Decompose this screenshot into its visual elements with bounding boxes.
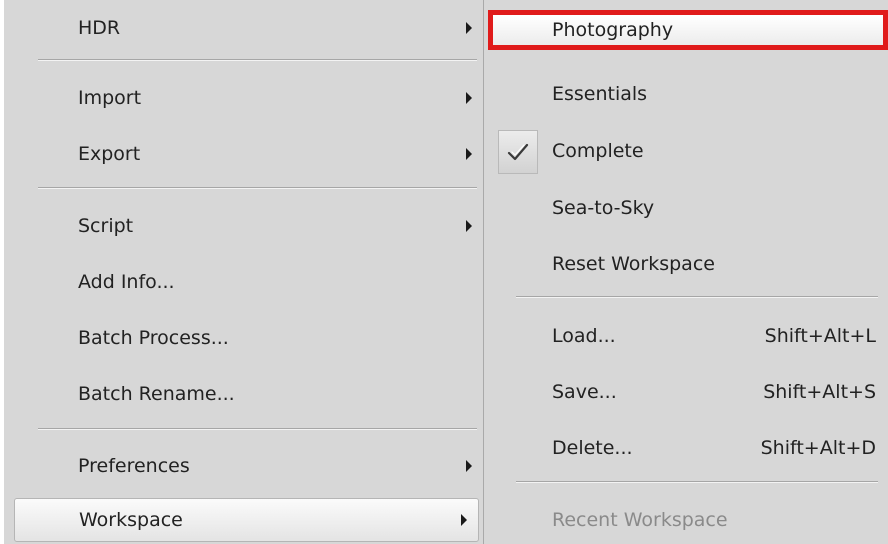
menu-item-sea-to-sky[interactable]: Sea-to-Sky <box>484 188 888 228</box>
menu-separator <box>516 481 878 483</box>
submenu-arrow-icon <box>466 22 472 34</box>
menu-item-label: Photography <box>552 19 674 41</box>
menu-item-label: Import <box>78 87 142 109</box>
menu-item-label: Load... <box>552 325 616 347</box>
menu-item-label: Script <box>78 215 134 237</box>
menu-item-label: Preferences <box>78 455 190 477</box>
menu-item-label: Save... <box>552 381 617 403</box>
submenu-arrow-icon <box>466 92 472 104</box>
menu-item-label: Recent Workspace <box>552 509 728 531</box>
menu-item-reset-workspace[interactable]: Reset Workspace <box>484 244 888 284</box>
submenu-arrow-icon <box>466 148 472 160</box>
menu-item-label: Sea-to-Sky <box>552 197 655 219</box>
menu-item-shortcut: Shift+Alt+L <box>764 325 876 347</box>
menu-item-label: Add Info... <box>78 271 175 293</box>
menu-item-label: Batch Rename... <box>78 383 235 405</box>
menu-item-load[interactable]: Load... Shift+Alt+L <box>484 316 888 356</box>
menu-item-add-info[interactable]: Add Info... <box>4 262 483 302</box>
menu-item-shortcut: Shift+Alt+D <box>760 437 876 459</box>
file-menu: HDR Import Export Script Add Info... Bat… <box>4 0 484 544</box>
menu-item-hdr[interactable]: HDR <box>4 8 483 48</box>
menu-separator <box>38 428 477 430</box>
menu-separator <box>38 59 477 61</box>
submenu-arrow-icon <box>461 514 467 526</box>
menu-item-export[interactable]: Export <box>4 134 483 174</box>
menu-item-essentials[interactable]: Essentials <box>484 74 888 114</box>
menu-separator <box>516 296 878 298</box>
menu-separator <box>38 187 477 189</box>
menu-item-label: Reset Workspace <box>552 253 715 275</box>
menu-item-label: Export <box>78 143 141 165</box>
workspace-submenu: Photography Essentials Complete Sea-to-S… <box>484 0 888 544</box>
menu-item-label: Essentials <box>552 83 648 105</box>
menu-item-workspace[interactable]: Workspace <box>14 498 479 542</box>
menu-item-recent-workspace: Recent Workspace <box>484 500 888 540</box>
submenu-arrow-icon <box>466 460 472 472</box>
menu-item-batch-rename[interactable]: Batch Rename... <box>4 374 483 414</box>
menu-item-complete[interactable]: Complete <box>484 131 888 171</box>
menu-item-label: Batch Process... <box>78 327 229 349</box>
menu-item-delete[interactable]: Delete... Shift+Alt+D <box>484 428 888 468</box>
menu-item-script[interactable]: Script <box>4 206 483 246</box>
menu-item-save[interactable]: Save... Shift+Alt+S <box>484 372 888 412</box>
menu-item-label: Complete <box>552 140 644 162</box>
menu-item-label: HDR <box>78 17 121 39</box>
menu-item-batch-process[interactable]: Batch Process... <box>4 318 483 358</box>
menu-item-import[interactable]: Import <box>4 78 483 118</box>
menu-item-photography[interactable]: Photography <box>484 10 888 50</box>
menu-item-preferences[interactable]: Preferences <box>4 446 483 486</box>
menu-item-label: Workspace <box>79 509 183 531</box>
menu-item-shortcut: Shift+Alt+S <box>763 381 876 403</box>
submenu-arrow-icon <box>466 220 472 232</box>
menu-item-label: Delete... <box>552 437 633 459</box>
